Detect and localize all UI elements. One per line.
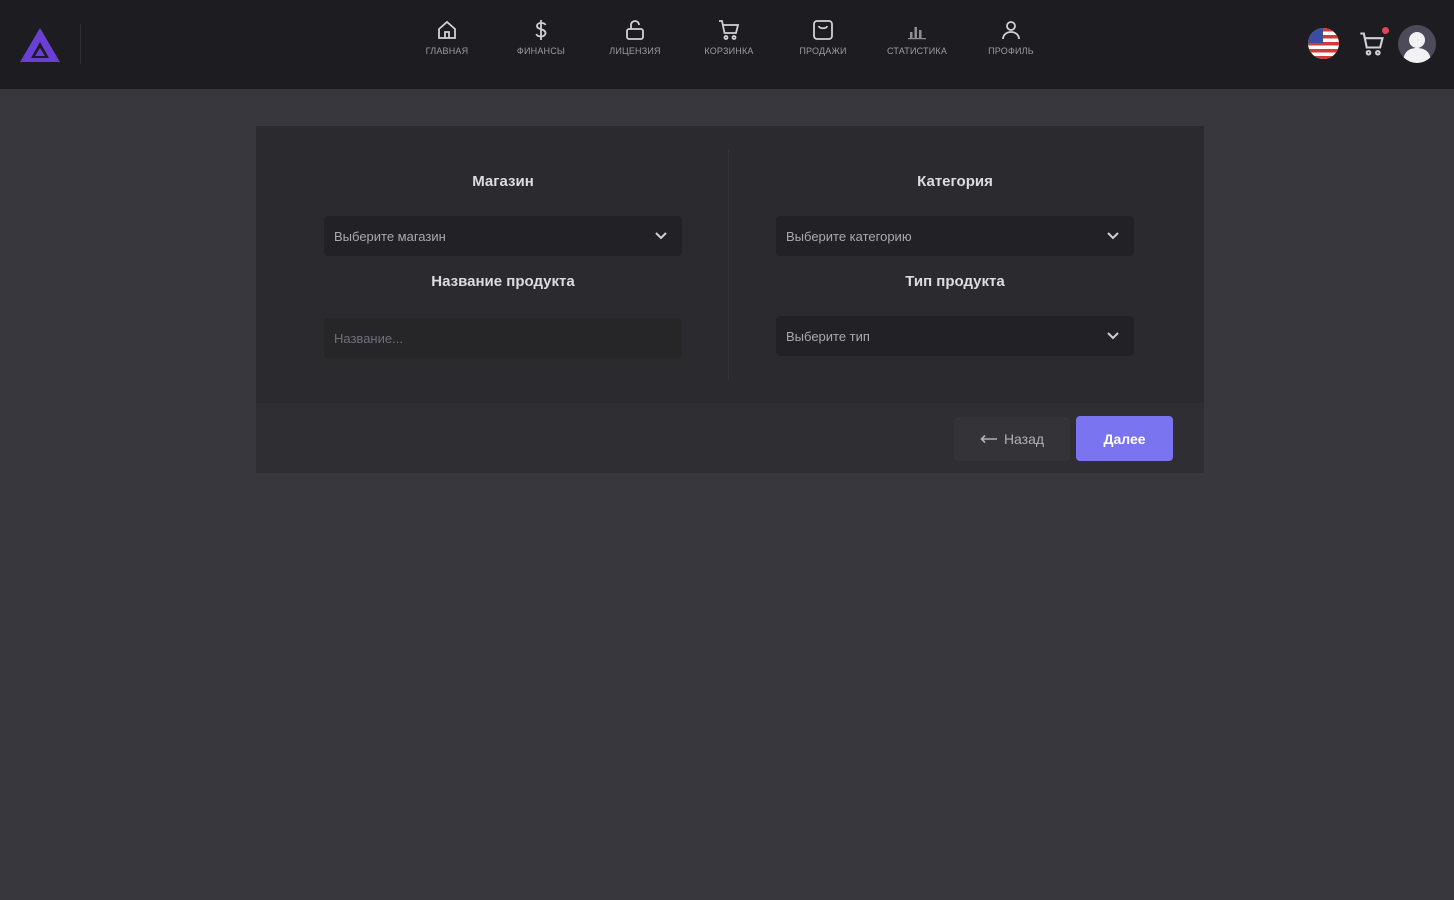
chevron-down-icon (655, 232, 667, 240)
nav-label: Статистика (886, 46, 948, 56)
nav-item-cart[interactable]: Корзинка (682, 18, 776, 70)
logo-divider (80, 24, 81, 64)
store-select-value: Выберите магазин (334, 228, 446, 244)
next-button[interactable]: Далее (1076, 416, 1173, 461)
top-navigation-bar: Главная Финансы Лицензия Корзинка Продаж… (0, 0, 1454, 89)
nav-item-profile[interactable]: Профиль (964, 18, 1058, 70)
store-select[interactable]: Выберите магазин (324, 216, 682, 256)
cart-notification-dot (1382, 27, 1389, 34)
nav-label: Корзинка (704, 46, 754, 56)
arrow-left-icon (980, 434, 997, 444)
next-button-label: Далее (1103, 430, 1146, 447)
nav-item-license[interactable]: Лицензия (588, 18, 682, 70)
sales-icon (813, 20, 833, 40)
us-flag-icon[interactable] (1308, 28, 1339, 59)
home-icon (438, 20, 456, 39)
product-type-label: Тип продукта (905, 273, 1005, 290)
category-select[interactable]: Выберите категорию (776, 216, 1134, 256)
category-select-value: Выберите категорию (786, 228, 912, 244)
nav-item-sales[interactable]: Продажи (776, 18, 870, 70)
lock-icon (626, 20, 644, 40)
nav-label: Продажи (799, 46, 847, 56)
nav-label: Главная (425, 46, 469, 56)
product-type-select-value: Выберите тип (786, 328, 870, 344)
form-body: Магазин Выберите магазин Название продук… (256, 126, 1204, 403)
back-button[interactable]: Назад (954, 417, 1070, 461)
product-name-input[interactable]: Название... (324, 318, 682, 358)
product-form-card: Магазин Выберите магазин Название продук… (256, 126, 1204, 473)
nav-label: Лицензия (609, 46, 661, 56)
back-button-label: Назад (1003, 431, 1045, 447)
nav-label: Финансы (516, 46, 566, 56)
dollar-icon (535, 20, 547, 40)
form-footer: Назад Далее (256, 403, 1204, 473)
nav-item-statistics[interactable]: Статистика (870, 18, 964, 70)
nav-label: Профиль (988, 46, 1034, 56)
chart-icon (908, 27, 926, 40)
logo-icon[interactable] (18, 26, 62, 64)
store-label: Магазин (472, 173, 534, 190)
category-label: Категория (917, 173, 993, 190)
product-type-select[interactable]: Выберите тип (776, 316, 1134, 356)
main-nav: Главная Финансы Лицензия Корзинка Продаж… (400, 18, 1060, 70)
nav-item-finance[interactable]: Финансы (494, 18, 588, 70)
avatar-icon (1403, 32, 1431, 63)
chevron-down-icon (1107, 332, 1119, 340)
chevron-down-icon (1107, 232, 1119, 240)
header-cart-icon[interactable] (1358, 30, 1386, 58)
nav-item-home[interactable]: Главная (400, 18, 494, 70)
column-divider (728, 150, 729, 380)
avatar[interactable] (1398, 25, 1436, 63)
product-name-label: Название продукта (431, 273, 575, 290)
user-icon (1002, 21, 1020, 40)
cart-icon (719, 20, 740, 40)
product-name-placeholder: Название... (334, 330, 403, 346)
